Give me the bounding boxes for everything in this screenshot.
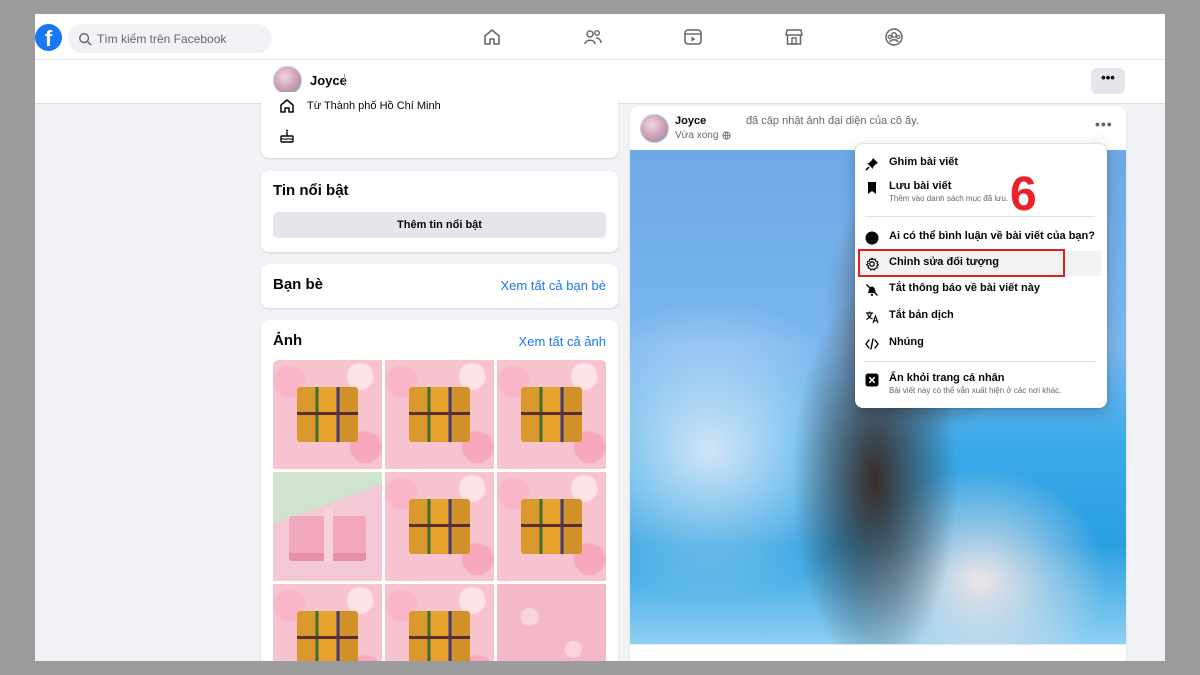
menu-divider [865,216,1095,217]
photo-thumbnail[interactable] [385,472,494,581]
birthday-cake-icon [280,129,294,143]
pin-icon [865,158,878,171]
photo-thumbnail[interactable] [385,584,494,661]
friends-card: Bạn bè Xem tất cả bạn bè [261,264,618,308]
menu-item-pin-post[interactable]: Ghim bài viết [865,156,1099,171]
menu-item-turn-off-notifications[interactable]: Tắt thông báo về bài viết này [865,282,1099,297]
menu-item-label: Tắt bản dịch [889,309,954,321]
photo-thumbnail[interactable] [273,584,382,661]
groups-icon[interactable] [883,26,905,48]
post-timestamp[interactable]: Vừa xong [675,130,731,141]
highlights-card: Tin nổi bật Thêm tin nổi bật [261,171,618,252]
menu-item-label: Ẩn khỏi trang cá nhân [889,372,1005,384]
menu-item-label: Tắt thông báo về bài viết này [889,282,1040,294]
photo-thumbnail[interactable] [385,360,494,469]
text-cursor [344,74,345,86]
search-box[interactable] [68,24,272,53]
bookmark-icon [868,182,876,194]
menu-divider [865,361,1095,362]
top-navigation-bar: f [35,14,1165,60]
menu-item-save-post[interactable]: Lưu bài viết Thêm vào danh sách mục đã lư… [865,180,1099,203]
facebook-logo[interactable]: f [35,24,62,51]
globe-icon [722,131,731,140]
menu-item-hide-from-profile[interactable]: Ẩn khỏi trang cá nhân Bài viết này có thể… [865,372,1099,395]
photos-title: Ảnh [273,332,303,349]
photo-thumbnail[interactable] [273,472,382,581]
menu-item-label: Lưu bài viết [889,180,952,192]
menu-item-embed[interactable]: Nhúng [865,336,1099,351]
browser-viewport: f Joyce ••• Từ Thành phố Hồ Chí Min [35,14,1165,661]
photo-thumbnail[interactable] [273,360,382,469]
profile-more-button[interactable]: ••• [1091,68,1125,94]
photos-card: Ảnh Xem tất cả ảnh [261,320,618,661]
post-action-text: đã cập nhật ảnh đại diện của cô ấy. [746,115,919,127]
photo-thumbnail[interactable] [497,472,606,581]
menu-item-turn-off-translation[interactable]: Tắt bản dịch [865,309,1099,324]
code-icon [865,338,879,350]
photo-thumbnail[interactable] [497,360,606,469]
intro-card: Từ Thành phố Hồ Chí Minh [261,92,618,158]
photo-grid [273,360,607,661]
see-all-photos-link[interactable]: Xem tất cả ảnh [519,334,606,349]
post-time-text: Vừa xong [675,130,719,141]
intro-birthday-row [279,128,307,144]
search-input[interactable] [97,31,257,46]
intro-hometown-row: Từ Thành phố Hồ Chí Minh [279,98,441,114]
menu-item-who-can-comment[interactable]: Ai có thể bình luận về bài viết của bạn? [865,230,1099,245]
menu-item-label: Nhúng [889,336,924,348]
search-icon [79,32,92,46]
menu-item-label: Ghim bài viết [889,156,959,168]
comment-icon [865,231,879,245]
post-more-button[interactable]: ••• [1095,116,1113,132]
post-author-name[interactable]: Joyce [675,115,706,127]
close-box-icon [865,373,879,387]
menu-item-label: Ai có thể bình luận về bài viết của bạn? [889,230,1095,242]
bell-off-icon [866,284,878,296]
profile-name[interactable]: Joyce [310,73,347,88]
avatar[interactable] [273,66,302,95]
friends-title: Bạn bè [273,276,324,293]
step-highlight-box [858,249,1065,277]
post-author-avatar[interactable] [640,114,669,143]
add-highlight-button[interactable]: Thêm tin nổi bật [273,212,606,238]
step-number-label: 6 [1010,168,1037,221]
intro-hometown-text: Từ Thành phố Hồ Chí Minh [307,100,441,112]
menu-item-description: Bài viết này có thể vẫn xuất hiện ở các … [889,386,1062,395]
marketplace-icon[interactable] [783,26,805,48]
home-icon[interactable] [481,26,503,48]
video-icon[interactable] [682,26,704,48]
post-reaction-bar [630,644,1126,661]
translate-icon [866,311,879,324]
highlights-title: Tin nổi bật [273,182,349,199]
friends-icon[interactable] [582,26,604,48]
home-location-icon [280,99,294,113]
see-all-friends-link[interactable]: Xem tất cả bạn bè [500,278,606,293]
photo-thumbnail[interactable] [497,584,606,661]
menu-item-description: Thêm vào danh sách mục đã lưu. [889,194,1009,203]
